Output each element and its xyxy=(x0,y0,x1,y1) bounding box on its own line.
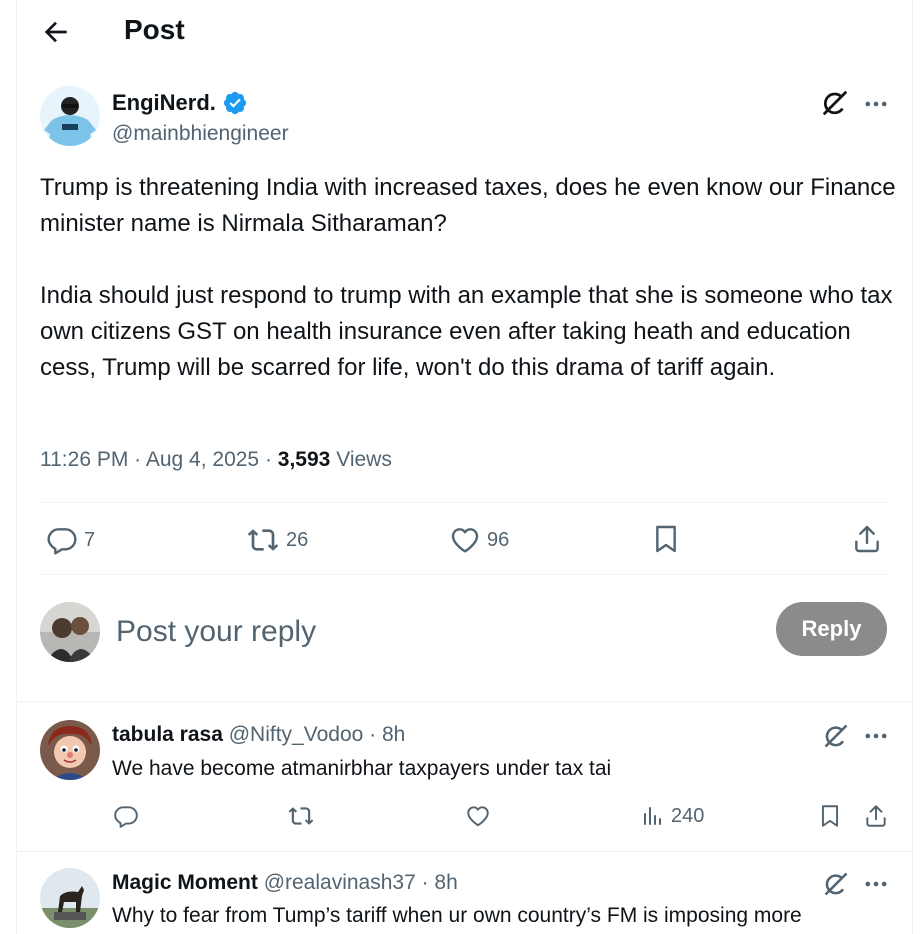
post-date[interactable]: Aug 4, 2025 xyxy=(146,448,259,471)
divider xyxy=(40,502,890,503)
grok-icon[interactable] xyxy=(822,870,850,898)
reply-author-name[interactable]: tabula rasa xyxy=(112,723,223,746)
views-label: Views xyxy=(336,448,392,471)
reply-time[interactable]: · 8h xyxy=(422,871,458,894)
repost-icon[interactable] xyxy=(287,803,315,829)
divider xyxy=(40,574,890,575)
share-icon[interactable] xyxy=(863,803,889,829)
divider xyxy=(16,851,913,852)
reply-author-handle[interactable]: @realavinash37 xyxy=(264,871,416,894)
more-options-icon[interactable] xyxy=(862,90,890,118)
heart-icon[interactable] xyxy=(465,803,491,829)
views-count: 3,593 xyxy=(277,448,331,471)
reply-header: tabula rasa @Nifty_Vodoo · 8h xyxy=(112,723,405,747)
like-count: 96 xyxy=(487,528,510,551)
arrow-left-icon[interactable] xyxy=(40,16,72,48)
analytics-icon xyxy=(641,804,665,828)
share-icon[interactable] xyxy=(851,523,883,555)
user-avatar[interactable] xyxy=(40,602,100,662)
reply-button[interactable]: Reply xyxy=(776,602,887,656)
verified-badge-icon xyxy=(222,90,248,116)
views-count: 240 xyxy=(671,804,705,827)
views-action[interactable]: 240 xyxy=(641,804,704,828)
divider xyxy=(16,701,913,702)
author-name[interactable]: EngiNerd. xyxy=(112,90,216,116)
bookmark-icon[interactable] xyxy=(650,523,682,555)
reply-avatar[interactable] xyxy=(40,720,100,780)
grok-icon[interactable] xyxy=(822,722,850,750)
more-options-icon[interactable] xyxy=(862,722,890,750)
bookmark-icon[interactable] xyxy=(817,803,843,829)
post-meta: 11:26 PM · Aug 4, 2025 · 3,593 Views xyxy=(40,448,392,471)
page-title: Post xyxy=(124,14,185,45)
reply-icon[interactable] xyxy=(113,803,139,829)
grok-icon[interactable] xyxy=(820,88,850,118)
reply-count: 7 xyxy=(84,528,96,551)
reply-author-name[interactable]: Magic Moment xyxy=(112,871,258,894)
author-avatar[interactable] xyxy=(40,86,100,146)
reply-input[interactable] xyxy=(114,608,758,656)
reply-author-handle[interactable]: @Nifty_Vodoo xyxy=(229,723,364,746)
reply-time[interactable]: · 8h xyxy=(369,723,405,746)
heart-icon xyxy=(449,524,481,556)
reply-avatar[interactable] xyxy=(40,868,100,928)
like-action[interactable]: 96 xyxy=(449,524,509,556)
reply-action[interactable]: 7 xyxy=(46,524,95,556)
reply-icon xyxy=(46,524,78,556)
author-handle[interactable]: @mainbhiengineer xyxy=(112,122,289,146)
reply-header: Magic Moment @realavinash37 · 8h xyxy=(112,871,458,895)
more-options-icon[interactable] xyxy=(862,870,890,898)
reply-text: Why to fear from Tump’s tariff when ur o… xyxy=(112,904,802,927)
post-time[interactable]: 11:26 PM xyxy=(40,448,128,471)
repost-icon xyxy=(246,524,280,556)
repost-count: 26 xyxy=(286,528,309,551)
post-text: Trump is threatening India with increase… xyxy=(40,174,896,381)
repost-action[interactable]: 26 xyxy=(246,524,308,556)
reply-text: We have become atmanirbhar taxpayers und… xyxy=(112,757,612,780)
